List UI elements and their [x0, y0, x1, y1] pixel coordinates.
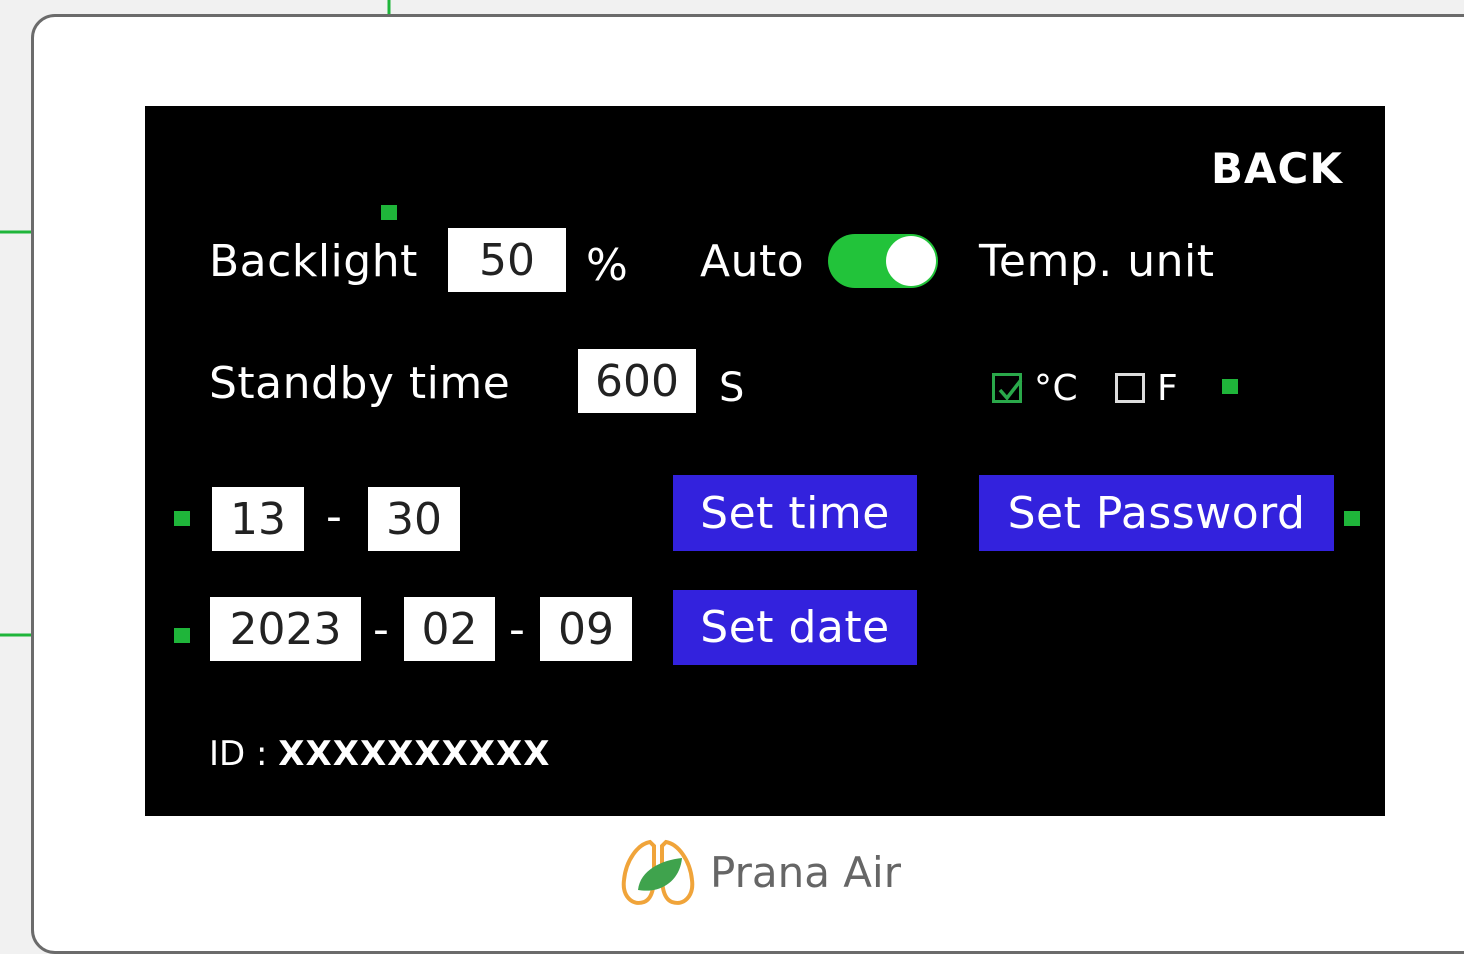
marker-password [1344, 511, 1360, 526]
annotation-connector-markers [174, 205, 1360, 643]
marker-temp-unit [1222, 379, 1238, 394]
marker-backlight [381, 205, 397, 220]
marker-date [174, 628, 190, 643]
marker-time [174, 511, 190, 526]
